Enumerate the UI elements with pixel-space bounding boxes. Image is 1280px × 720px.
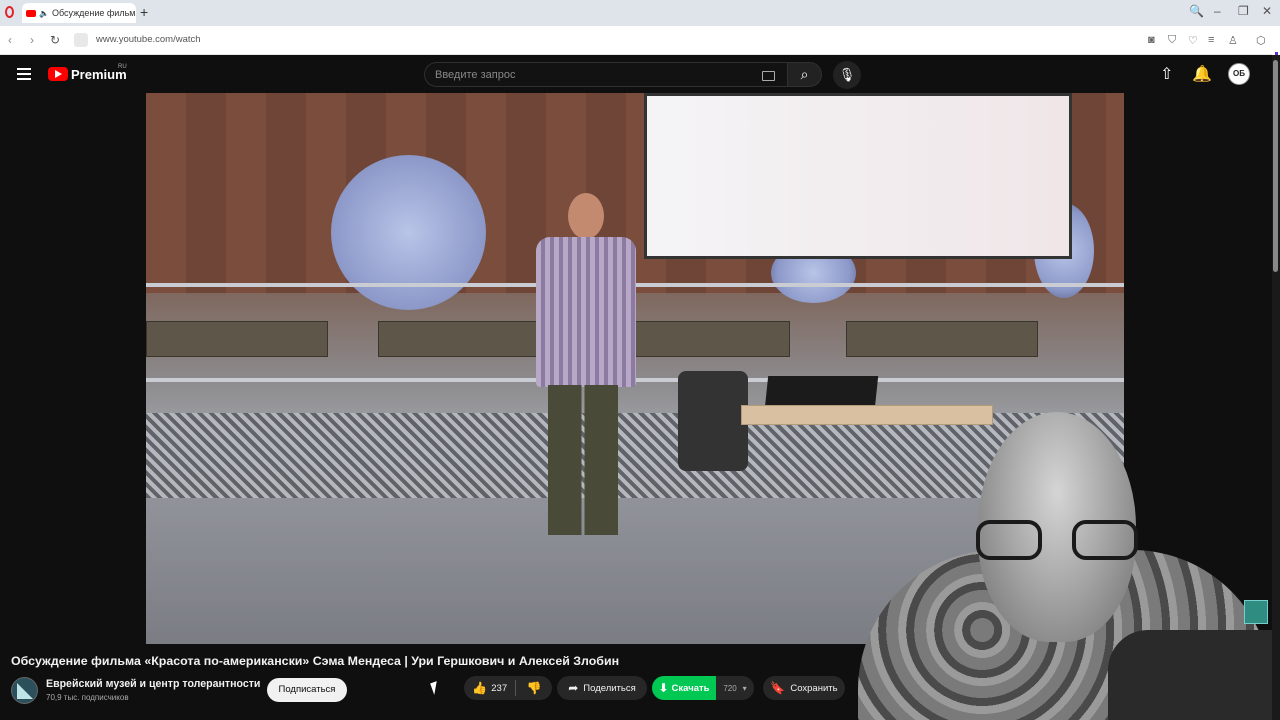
shield-icon[interactable]: ⛉	[1168, 34, 1176, 47]
teal-square	[1244, 600, 1268, 624]
download-icon: ⬇	[658, 681, 669, 695]
dislike-button[interactable]: 👎	[516, 681, 552, 695]
exhibit-panel	[846, 321, 1038, 357]
browser-tab[interactable]: 🔈 Обсуждение фильма	[22, 3, 136, 23]
extension-icon[interactable]: ⬡	[1256, 34, 1266, 47]
download-quality: 720	[723, 683, 737, 693]
download-quality-select[interactable]: 720 ▾	[716, 676, 754, 700]
upload-icon[interactable]: ⇧	[1160, 64, 1173, 84]
chevron-down-icon: ▾	[742, 683, 747, 693]
keyboard-icon[interactable]	[762, 71, 775, 81]
video-title: Обсуждение фильма «Красота по-американск…	[11, 654, 620, 668]
close-icon[interactable]: ✕	[1262, 4, 1272, 18]
download-group: ⬇ Скачать 720 ▾	[652, 676, 754, 700]
reload-icon[interactable]: ↻	[50, 33, 60, 47]
download-button[interactable]: ⬇ Скачать	[652, 676, 716, 700]
channel-name[interactable]: Еврейский музей и центр толерантности	[46, 678, 260, 690]
maximize-icon[interactable]: ❐	[1238, 4, 1249, 18]
microphone-icon: 🎙	[838, 67, 856, 82]
chair	[678, 371, 748, 471]
subscribe-button[interactable]: Подписаться	[267, 678, 347, 702]
region-label: RU	[118, 64, 127, 70]
new-tab-button[interactable]: +	[140, 5, 148, 19]
share-label: Поделиться	[583, 682, 636, 694]
minimize-icon[interactable]: –	[1214, 4, 1221, 18]
share-icon: ➦	[568, 681, 579, 695]
speaker-person	[526, 193, 636, 553]
webcam-overlay	[848, 400, 1272, 720]
projection-screen	[644, 93, 1072, 259]
profile-icon[interactable]: ♙	[1228, 34, 1238, 47]
bell-icon[interactable]: 🔔	[1192, 64, 1212, 84]
microphone	[1108, 630, 1272, 720]
lock-icon[interactable]	[74, 33, 88, 47]
download-label: Скачать	[671, 682, 710, 694]
list-icon[interactable]: ≡	[1208, 34, 1214, 46]
like-count: 237	[491, 682, 508, 694]
youtube-logo-icon[interactable]	[48, 67, 68, 81]
scrollbar-thumb[interactable]	[1273, 60, 1278, 272]
search-tabs-icon[interactable]: 🔍	[1189, 4, 1204, 18]
back-icon[interactable]: ‹	[8, 33, 12, 47]
tab-title: Обсуждение фильма	[51, 8, 136, 18]
opera-icon[interactable]	[5, 6, 14, 18]
subscriber-count: 70,9 тыс. подписчиков	[46, 693, 129, 702]
like-button[interactable]: 👍 237	[464, 680, 517, 696]
like-dislike-group: 👍 237 👎	[464, 676, 552, 700]
mouse-cursor-icon	[430, 681, 441, 695]
address-bar: ‹ › ↻ www.youtube.com/watch ◙ ⛉ ♡ ≡ ♙ ⬡	[0, 26, 1280, 80]
voice-search-button[interactable]: 🎙	[833, 61, 861, 89]
camera-icon[interactable]: ◙	[1148, 34, 1155, 46]
search-placeholder: Введите запрос	[435, 69, 516, 81]
youtube-favicon-icon	[26, 9, 36, 17]
bookmark-icon: 🔖	[770, 681, 786, 695]
search-input[interactable]: Введите запрос	[424, 62, 787, 87]
save-label: Сохранить	[790, 682, 838, 694]
menu-icon[interactable]	[17, 68, 31, 80]
glasses	[976, 520, 1146, 562]
heart-icon[interactable]: ♡	[1188, 34, 1198, 47]
share-button[interactable]: ➦ Поделиться	[557, 676, 647, 700]
search-button[interactable]: ⌕	[787, 62, 822, 87]
search-icon: ⌕	[800, 66, 809, 82]
save-button[interactable]: 🔖 Сохранить	[763, 676, 845, 700]
forward-icon[interactable]: ›	[30, 33, 34, 47]
thumbs-down-icon: 👎	[526, 681, 542, 695]
url-field[interactable]: www.youtube.com/watch	[96, 34, 201, 45]
speaker-icon[interactable]: 🔈	[39, 9, 49, 18]
channel-avatar[interactable]	[11, 677, 38, 704]
thumbs-up-icon: 👍	[472, 681, 488, 695]
avatar[interactable]: ОБ	[1228, 63, 1250, 85]
exhibit-panel	[146, 321, 328, 357]
browser-tab-bar: 🔈 Обсуждение фильма + 🔍 – ❐ ✕	[0, 0, 1280, 26]
youtube-header: Premium RU Введите запрос ⌕ 🎙 ⇧ 🔔 ОБ	[0, 55, 1272, 93]
